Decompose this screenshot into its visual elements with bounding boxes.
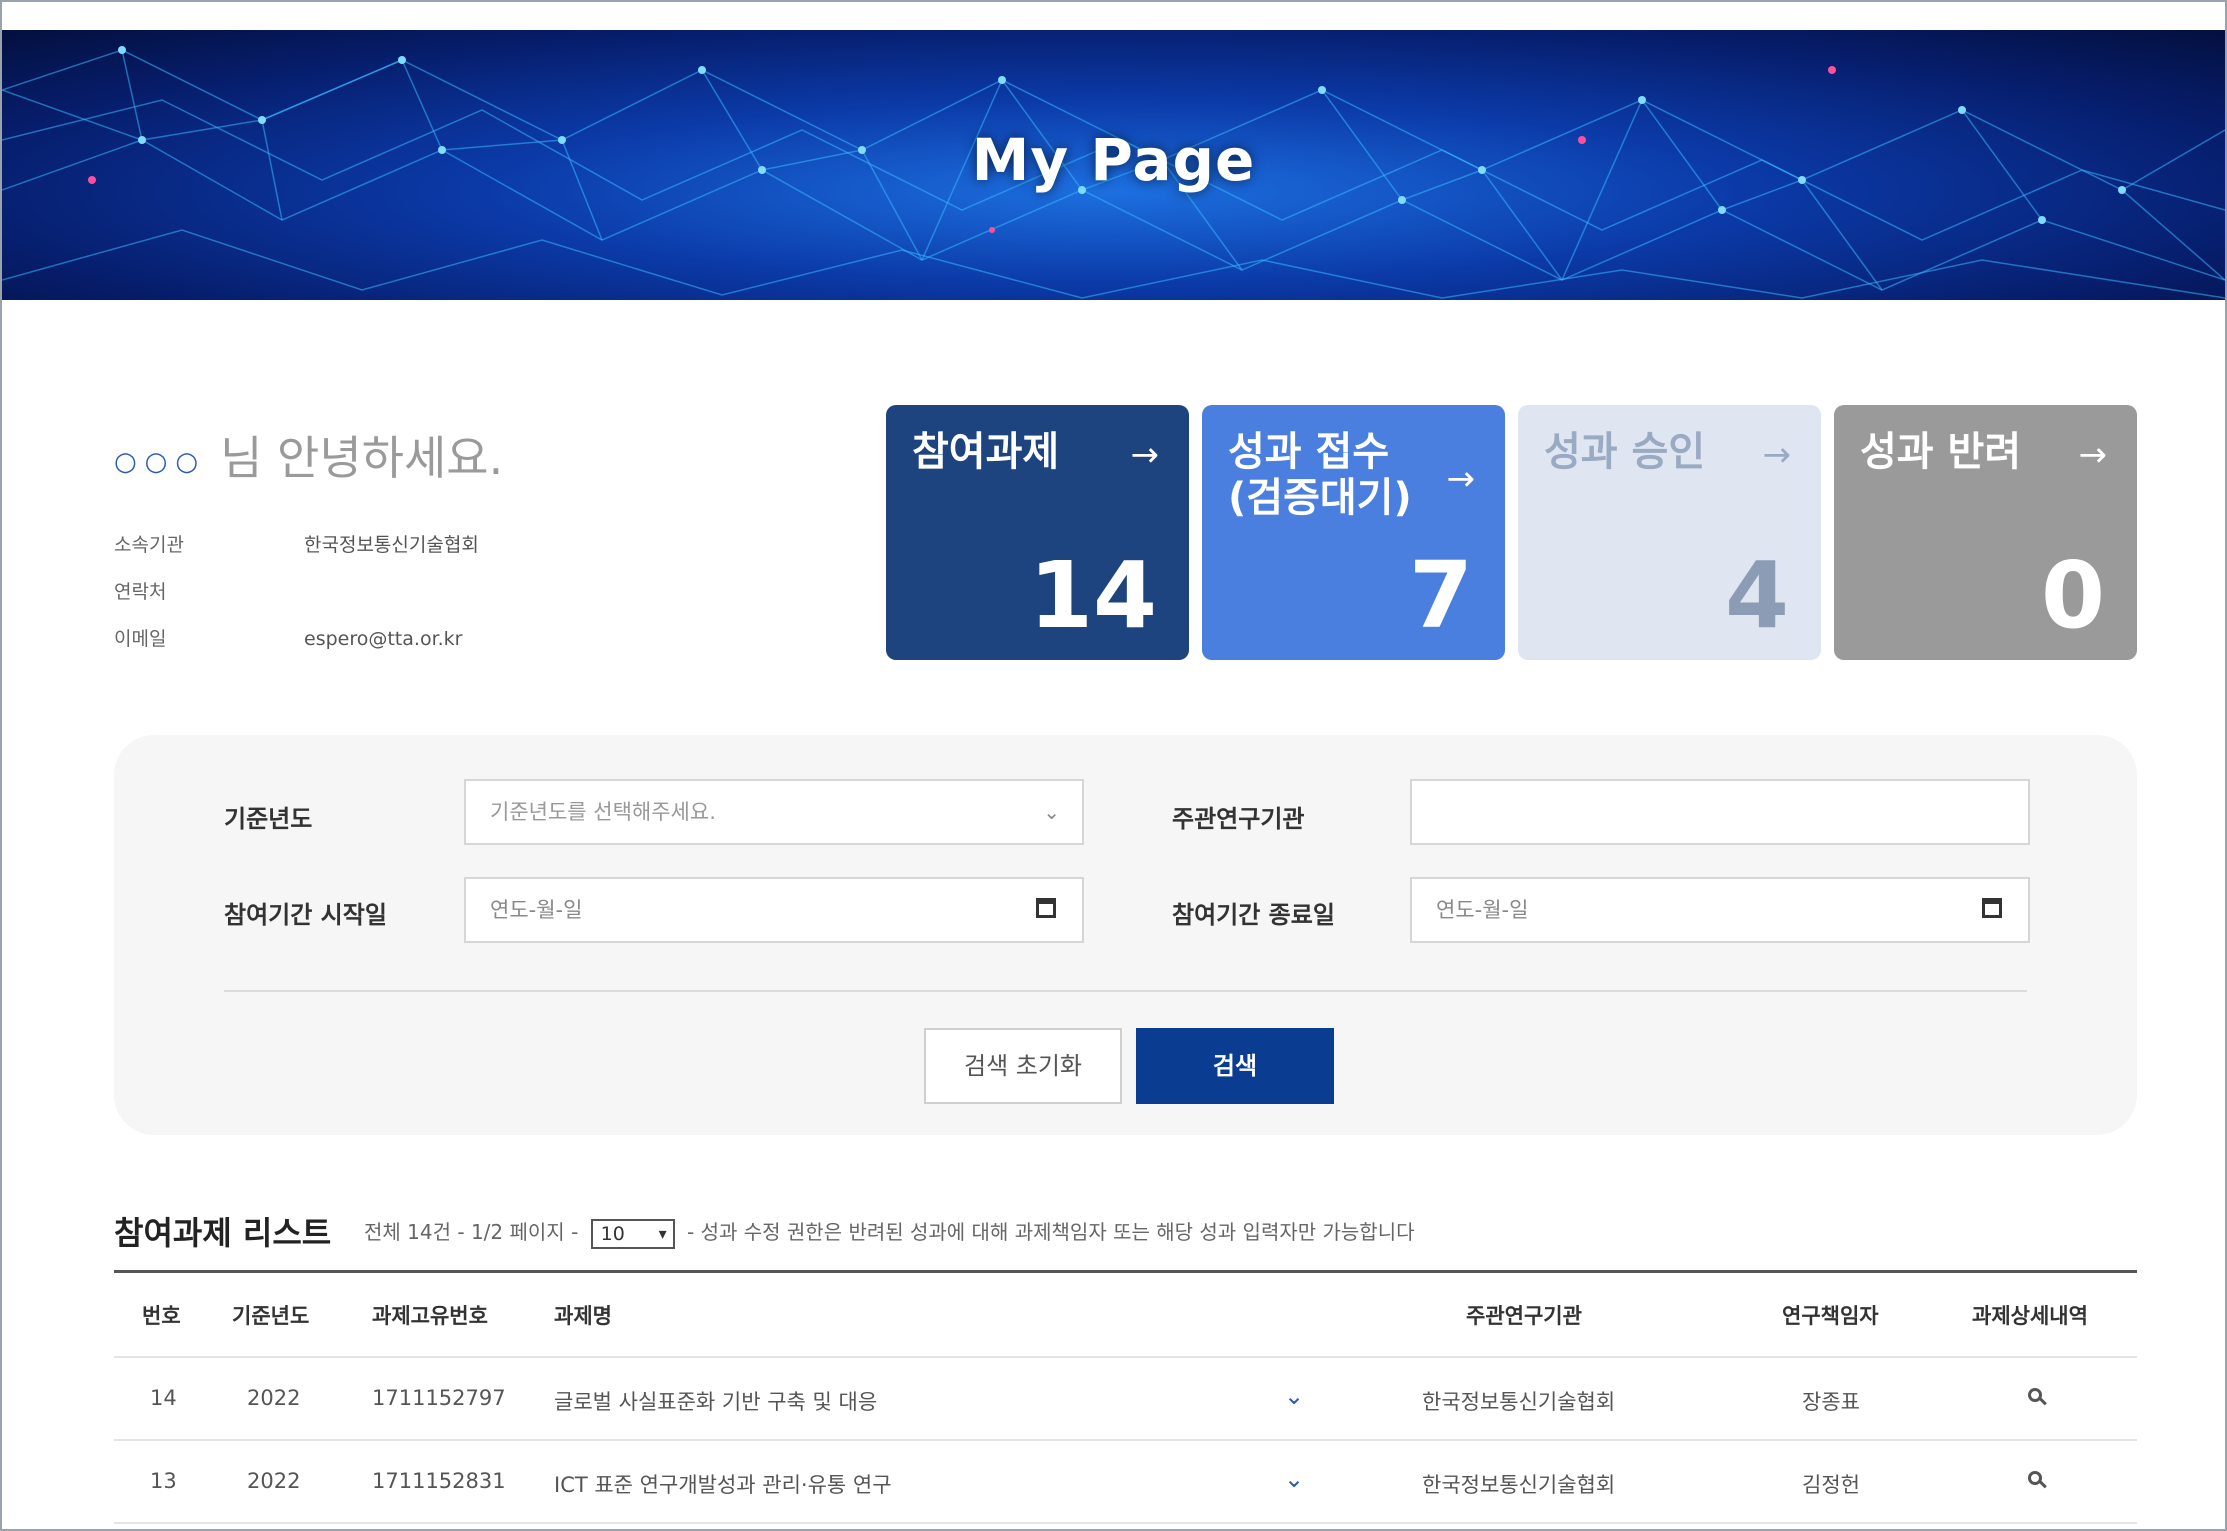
card-results-rejected[interactable]: 성과 반려 → 0: [1834, 405, 2137, 660]
arrow-right-icon: →: [1130, 435, 1160, 475]
row-divider: [114, 1439, 2137, 1441]
search-detail-icon[interactable]: [2028, 1388, 2042, 1402]
card-participating-projects[interactable]: 참여과제 → 14: [886, 405, 1189, 660]
col-header-no: 번호: [142, 1304, 181, 1328]
org-input[interactable]: [1410, 779, 2030, 845]
divider: [224, 990, 2027, 992]
table-top-border: [114, 1270, 2137, 1273]
end-date-label: 참여기간 종료일: [1172, 901, 1335, 929]
arrow-right-icon: →: [1446, 459, 1476, 499]
cell-no: 14: [150, 1386, 177, 1410]
cell-lead-org: 한국정보통신기술협회: [1422, 1473, 1616, 1497]
card-count: 0: [2040, 542, 2105, 649]
start-date-placeholder: 연도-월-일: [490, 898, 583, 922]
card-count: 4: [1724, 542, 1789, 649]
cell-pi: 장종표: [1802, 1390, 1860, 1414]
expand-chevron-icon[interactable]: ⌄: [1284, 1382, 1304, 1410]
card-title: 성과 승인: [1544, 429, 1706, 475]
page-banner: My Page: [2, 30, 2225, 300]
chevron-down-icon: ⌄: [1043, 800, 1060, 824]
contact-label: 연락처: [114, 581, 167, 603]
list-notice: - 성과 수정 권한은 반려된 성과에 대해 과제책임자 또는 해당 성과 입력…: [687, 1220, 1415, 1244]
card-count: 14: [1028, 542, 1157, 649]
col-header-year: 기준년도: [232, 1304, 310, 1328]
info-contact: 연락처: [114, 577, 304, 604]
year-label: 기준년도: [224, 805, 313, 833]
cell-project-name: 글로벌 사실표준화 기반 구축 및 대응: [554, 1390, 878, 1414]
list-meta: 전체 14건 - 1/2 페이지 - 10 ▾ - 성과 수정 권한은 반려된 성…: [364, 1216, 1415, 1249]
cell-project-id: 1711152797: [372, 1386, 506, 1410]
info-email: 이메일 espero@tta.or.kr: [114, 624, 463, 651]
cell-project-id: 1711152831: [372, 1469, 506, 1493]
page-indicator: 1/2 페이지: [470, 1220, 565, 1244]
end-date-placeholder: 연도-월-일: [1436, 898, 1529, 922]
calendar-icon[interactable]: [1036, 898, 1056, 918]
email-label: 이메일: [114, 628, 167, 650]
col-header-project-name: 과제명: [554, 1304, 612, 1328]
col-header-project-id: 과제고유번호: [372, 1304, 488, 1328]
page-frame: My Page ○○○ 님 안녕하세요. 소속기관 한국정보통신기술협회 연락처 이…: [0, 0, 2227, 1531]
card-title: 참여과제: [912, 429, 1060, 475]
start-date-label: 참여기간 시작일: [224, 901, 387, 929]
card-title: 성과 반려: [1860, 429, 2022, 475]
page-size-value: 10: [600, 1222, 625, 1245]
card-title: 성과 접수 (검증대기): [1228, 429, 1412, 521]
cell-lead-org: 한국정보통신기술협회: [1422, 1390, 1616, 1414]
user-name-placeholder: ○○○: [114, 446, 207, 477]
arrow-right-icon: →: [1762, 435, 1792, 475]
card-count: 7: [1408, 542, 1473, 649]
info-affiliation: 소속기관 한국정보통신기술협회: [114, 530, 479, 557]
reset-search-button[interactable]: 검색 초기화: [924, 1028, 1122, 1104]
card-results-approved[interactable]: 성과 승인 → 4: [1518, 405, 1821, 660]
row-divider: [114, 1522, 2137, 1524]
col-header-details: 과제상세내역: [1972, 1304, 2088, 1328]
expand-chevron-icon[interactable]: ⌄: [1284, 1465, 1304, 1493]
search-detail-icon[interactable]: [2028, 1471, 2042, 1485]
page-size-select[interactable]: 10 ▾: [590, 1218, 675, 1249]
col-header-lead-org: 주관연구기관: [1466, 1304, 1582, 1328]
affiliation-label: 소속기관: [114, 534, 184, 556]
arrow-right-icon: →: [2078, 435, 2108, 475]
cell-year: 2022: [247, 1469, 301, 1493]
greeting-text: 님 안녕하세요.: [220, 431, 504, 485]
cell-project-name: ICT 표준 연구개발성과 관리·유통 연구: [554, 1473, 892, 1497]
cell-pi: 김정헌: [1802, 1473, 1860, 1497]
calendar-icon[interactable]: [1982, 898, 2002, 918]
start-date-input[interactable]: 연도-월-일: [464, 877, 1084, 943]
org-label: 주관연구기관: [1172, 805, 1305, 833]
row-divider: [114, 1356, 2137, 1358]
email-value: espero@tta.or.kr: [304, 628, 463, 650]
end-date-input[interactable]: 연도-월-일: [1410, 877, 2030, 943]
affiliation-value: 한국정보통신기술협회: [304, 534, 479, 556]
chevron-down-icon: ▾: [658, 1223, 667, 1243]
search-panel: 기준년도 기준년도를 선택해주세요. ⌄ 주관연구기관 참여기간 시작일 연도-…: [114, 735, 2137, 1135]
total-count: 전체 14건: [364, 1220, 452, 1244]
user-greeting: ○○○ 님 안녕하세요.: [114, 422, 503, 488]
year-placeholder: 기준년도를 선택해주세요.: [490, 800, 716, 824]
year-select[interactable]: 기준년도를 선택해주세요. ⌄: [464, 779, 1084, 845]
cell-year: 2022: [247, 1386, 301, 1410]
cell-no: 13: [150, 1469, 177, 1493]
page-title: My Page: [971, 126, 1256, 194]
col-header-pi: 연구책임자: [1782, 1304, 1879, 1328]
card-results-received[interactable]: 성과 접수 (검증대기) → 7: [1202, 405, 1505, 660]
list-title: 참여과제 리스트: [114, 1214, 332, 1252]
search-button[interactable]: 검색: [1136, 1028, 1334, 1104]
